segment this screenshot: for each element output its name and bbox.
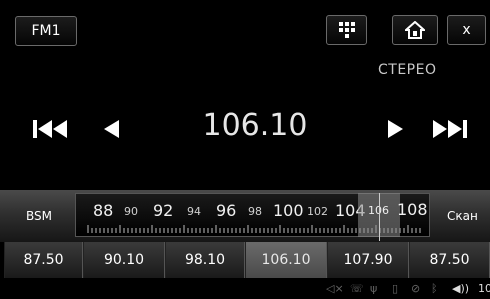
skip-back-icon[interactable] xyxy=(30,115,70,143)
scale-label: 94 xyxy=(187,205,201,218)
home-button[interactable] xyxy=(392,15,438,45)
grid-menu-button[interactable] xyxy=(326,15,367,45)
scale-label: 96 xyxy=(216,201,237,220)
home-icon xyxy=(405,21,425,39)
bsm-button[interactable]: BSM xyxy=(26,209,52,223)
preset-button[interactable]: 90.10 xyxy=(83,242,165,278)
phone-icon: ☏ xyxy=(350,282,364,295)
step-back-icon[interactable] xyxy=(93,115,133,143)
sd-icon: ▯ xyxy=(392,282,399,295)
step-forward-icon[interactable] xyxy=(376,115,416,143)
mute-icon: ◁× xyxy=(326,282,344,295)
frequency-display: 106.10 xyxy=(202,108,308,143)
skip-forward-icon[interactable] xyxy=(430,115,470,143)
tuner-needle xyxy=(379,193,380,241)
scale-label: 102 xyxy=(307,205,328,218)
usb-icon: ψ xyxy=(370,282,378,295)
preset-button[interactable]: 106.10 xyxy=(245,242,327,278)
preset-button[interactable]: 98.10 xyxy=(165,242,245,278)
scale-label: 98 xyxy=(248,205,262,218)
scale-label: 108 xyxy=(397,200,428,219)
bluetooth-icon: ᛒ xyxy=(431,282,438,295)
preset-bar: 87.50 90.10 98.10 106.10 107.90 87.50 xyxy=(4,242,490,278)
status-bar: ◁× ☏ ψ ▯ ⊘ ᛒ ◀)) xyxy=(0,278,490,299)
band-button[interactable]: FM1 xyxy=(15,16,77,46)
preset-button[interactable]: 87.50 xyxy=(409,242,490,278)
stereo-indicator: СТЕРЕО xyxy=(378,62,437,78)
scale-label: 92 xyxy=(153,201,174,220)
preset-button[interactable]: 87.50 xyxy=(4,242,83,278)
grid-menu-icon xyxy=(338,22,355,38)
scale-label: 88 xyxy=(93,201,114,220)
clock: 10 xyxy=(478,282,490,295)
link-icon: ⊘ xyxy=(411,282,421,295)
scale-label: 90 xyxy=(124,205,138,218)
preset-button[interactable]: 107.90 xyxy=(327,242,409,278)
scan-button[interactable]: Скан xyxy=(447,209,478,223)
close-button[interactable]: x xyxy=(447,15,486,45)
volume-icon[interactable]: ◀)) xyxy=(452,282,469,295)
scale-label: 100 xyxy=(273,201,304,220)
